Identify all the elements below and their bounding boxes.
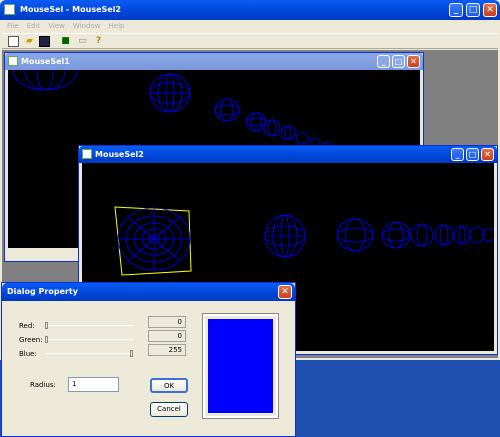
- child2-minimize-button[interactable]: _: [451, 148, 464, 161]
- menu-edit[interactable]: Edit: [27, 22, 41, 30]
- db-icon[interactable]: ■: [60, 36, 71, 47]
- maximize-button[interactable]: □: [466, 3, 480, 17]
- red-slider[interactable]: [45, 322, 133, 329]
- sphere-c: [381, 221, 411, 249]
- close-button[interactable]: ✕: [483, 3, 497, 17]
- child1-title: MouseSel1: [21, 57, 70, 66]
- menu-help[interactable]: Help: [109, 22, 125, 30]
- sphere-f: [453, 225, 471, 245]
- child1-close-button[interactable]: ✕: [407, 55, 420, 68]
- doc-icon: [82, 149, 92, 159]
- menu-bar: File Edit View Window Help: [2, 20, 498, 33]
- blue-value: 255: [148, 344, 186, 356]
- child2-close-button[interactable]: ✕: [481, 148, 494, 161]
- sphere-3: [214, 98, 240, 122]
- toolbar: ▰ ■ ▭ ?: [2, 33, 498, 49]
- dialog-title-bar[interactable]: Dialog Property ✕: [2, 283, 295, 301]
- ok-button[interactable]: OK: [150, 378, 188, 393]
- sphere-7: [295, 131, 309, 145]
- child1-title-bar[interactable]: MouseSel1 _ □ ✕: [5, 53, 423, 70]
- red-value: 0: [148, 316, 186, 328]
- sphere-b: [336, 218, 374, 252]
- child2-title: MouseSel2: [95, 150, 144, 159]
- main-title-bar[interactable]: MouseSel - MouseSel2 _ □ ✕: [0, 0, 500, 20]
- sphere-1: [12, 70, 78, 91]
- green-slider-thumb[interactable]: [45, 336, 48, 343]
- blue-label: Blue:: [19, 350, 37, 358]
- sphere-4: [245, 112, 267, 132]
- help-icon[interactable]: ?: [93, 36, 104, 47]
- color-preview: [208, 319, 273, 413]
- dialog-close-button[interactable]: ✕: [278, 285, 292, 299]
- menu-file[interactable]: File: [7, 22, 19, 30]
- dialog-title: Dialog Property: [7, 287, 78, 296]
- dialog-property: Dialog Property ✕ Red: 0 Green: 0 Blue: …: [1, 282, 296, 437]
- main-title: MouseSel - MouseSel2: [20, 5, 121, 14]
- doc-icon: [8, 56, 18, 66]
- save-icon[interactable]: [39, 36, 50, 47]
- green-label: Green:: [19, 336, 43, 344]
- cancel-button[interactable]: Cancel: [150, 402, 188, 417]
- color-preview-frame: [202, 313, 279, 419]
- menu-window[interactable]: Window: [73, 22, 101, 30]
- app-icon: [4, 4, 15, 15]
- print-icon[interactable]: ▭: [77, 36, 88, 47]
- red-label: Red:: [19, 322, 35, 330]
- blue-slider[interactable]: [45, 350, 133, 357]
- radius-input[interactable]: 1: [68, 377, 119, 392]
- blue-slider-thumb[interactable]: [130, 350, 133, 357]
- open-icon[interactable]: ▰: [24, 36, 35, 47]
- child1-minimize-button[interactable]: _: [377, 55, 390, 68]
- child1-maximize-button[interactable]: □: [392, 55, 405, 68]
- sphere-e: [434, 224, 454, 246]
- sphere-6: [280, 125, 296, 141]
- green-value: 0: [148, 330, 186, 342]
- menu-view[interactable]: View: [48, 22, 65, 30]
- child2-maximize-button[interactable]: □: [466, 148, 479, 161]
- radius-label: Radius:: [30, 381, 56, 389]
- new-icon[interactable]: [8, 36, 19, 47]
- sphere-5: [263, 119, 281, 137]
- green-slider[interactable]: [45, 336, 133, 343]
- minimize-button[interactable]: _: [449, 3, 463, 17]
- red-slider-thumb[interactable]: [45, 322, 48, 329]
- child2-title-bar[interactable]: MouseSel2 _ □ ✕: [79, 146, 497, 163]
- sphere-d: [410, 223, 434, 247]
